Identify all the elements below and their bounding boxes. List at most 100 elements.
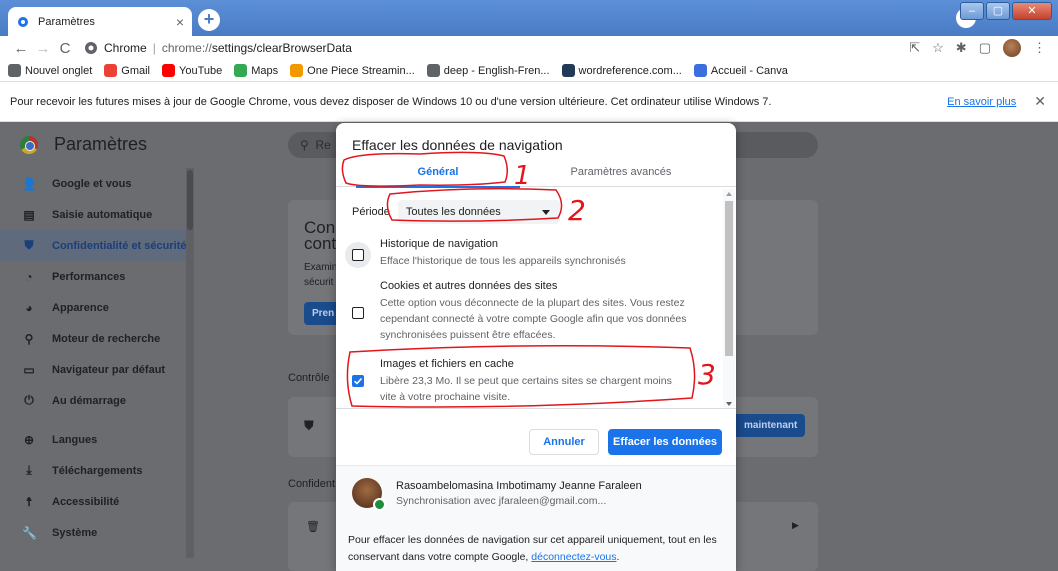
speedometer-icon: ◔ — [25, 269, 33, 284]
back-button[interactable]: ← — [10, 37, 32, 59]
maximize-button[interactable]: ▢ — [986, 2, 1010, 20]
sidebar-item[interactable]: 🔧 Système — [0, 517, 190, 548]
youtube-icon — [162, 64, 176, 77]
tab-title: Paramètres — [38, 15, 95, 28]
sidebar-item[interactable]: 👤 Google et vous — [0, 168, 190, 199]
period-value: Toutes les données — [405, 206, 501, 218]
sidebar-item[interactable]: ⛊ Confidentialité et sécurité — [0, 230, 190, 261]
dialog-scroll-thumb[interactable] — [725, 201, 733, 356]
sidebar-item[interactable]: ⊕ Langues — [0, 424, 190, 455]
sidebar-item[interactable]: ▤ Saisie automatique — [0, 199, 190, 230]
cookies-checkbox[interactable] — [352, 307, 364, 319]
section-confident: Confident — [288, 478, 336, 490]
history-checkbox[interactable] — [352, 249, 364, 261]
period-select[interactable]: Toutes les données — [397, 200, 560, 224]
sidebar-item[interactable]: ⏻ Au démarrage — [0, 385, 190, 416]
clear-data-button[interactable]: Effacer les données — [608, 429, 722, 455]
period-label: Période — [352, 206, 390, 218]
chrome-site-icon — [84, 41, 98, 55]
search-icon: ⚲ — [300, 138, 309, 152]
tab-advanced[interactable]: Paramètres avancés — [536, 157, 706, 187]
learn-more-link[interactable]: En savoir plus — [947, 96, 1016, 108]
dialog-title: Effacer les données de navigation — [352, 137, 563, 153]
check-icon — [353, 377, 363, 385]
tab-general[interactable]: Général — [356, 157, 520, 188]
reload-button[interactable]: C — [54, 37, 76, 59]
bookmark-item[interactable]: One Piece Streamin... — [290, 64, 415, 77]
star-icon[interactable]: ☆ — [932, 40, 944, 56]
maps-icon — [234, 64, 248, 77]
history-option[interactable]: Historique de navigation Efface l'histor… — [345, 238, 690, 269]
globe-icon — [426, 64, 440, 77]
forward-button[interactable]: → — [32, 37, 54, 59]
globe-icon — [8, 64, 21, 77]
address-bar[interactable]: Chrome | chrome://settings/clearBrowserD… — [84, 37, 909, 59]
scroll-down-arrow-icon[interactable] — [726, 402, 732, 406]
cache-text: Images et fichiers en cache Libère 23,3 … — [380, 358, 690, 405]
chrome-logo-icon — [20, 136, 38, 154]
bookmark-item[interactable]: Gmail — [104, 64, 150, 77]
bookmark-item[interactable]: YouTube — [162, 64, 222, 77]
dialog-scrollbar[interactable] — [723, 189, 735, 409]
bookmark-item[interactable]: Nouvel onglet — [8, 64, 92, 77]
check-now-button[interactable]: maintenant — [736, 414, 806, 437]
profile-avatar[interactable] — [1003, 39, 1021, 57]
bookmark-label: Maps — [251, 64, 279, 77]
sidebar-scroll-thumb[interactable] — [187, 170, 193, 230]
chevron-right-icon[interactable]: ▶ — [792, 520, 799, 531]
bookmark-label: Accueil - Canva — [710, 64, 788, 77]
sidebar-item[interactable]: ☨ Accessibilité — [0, 486, 190, 517]
browser-tab-settings[interactable]: Paramètres × — [8, 7, 192, 36]
cache-checkbox[interactable] — [352, 375, 364, 387]
bookmark-item[interactable]: Maps — [234, 64, 278, 77]
gmail-icon — [104, 64, 118, 77]
signout-note-end: . — [616, 551, 620, 563]
cache-title: Images et fichiers en cache — [380, 358, 514, 370]
new-tab-button[interactable]: + — [198, 9, 220, 31]
url-path: settings/clearBrowserData — [211, 41, 352, 55]
gear-icon — [16, 15, 30, 29]
url-scheme: chrome:// — [161, 41, 212, 55]
cancel-button[interactable]: Annuler — [529, 429, 599, 455]
sidebar-item[interactable]: ⚲ Moteur de recherche — [0, 323, 190, 354]
sidebar-item-label: Accessibilité — [52, 495, 120, 508]
close-infobar-icon[interactable]: ✕ — [1034, 93, 1046, 110]
sidebar-item[interactable]: ▭ Navigateur par défaut — [0, 354, 190, 385]
cache-option[interactable]: Images et fichiers en cache Libère 23,3 … — [352, 358, 690, 405]
scroll-up-arrow-icon[interactable] — [726, 192, 732, 196]
close-tab-icon[interactable]: × — [176, 14, 184, 30]
more-menu-icon[interactable]: ⋮ — [1033, 40, 1046, 56]
bookmark-item[interactable]: deep - English-Fren... — [426, 64, 550, 77]
sidebar-item[interactable]: ◕ Apparence — [0, 292, 190, 323]
sidebar-item[interactable]: ⤓ Téléchargements — [0, 455, 190, 486]
bookmark-item[interactable]: Accueil - Canva — [693, 64, 788, 77]
cookies-desc: Cette option vous déconnecte de la plupa… — [380, 297, 687, 341]
extensions-icon[interactable]: ✱ — [956, 40, 967, 56]
shield-icon: ⛊ — [24, 238, 34, 252]
power-icon: ⏻ — [24, 393, 34, 407]
download-icon: ⤓ — [26, 463, 32, 477]
account-sync: Synchronisation avec jfaraleen@gmail.com… — [396, 494, 607, 507]
bookmark-label: Gmail — [121, 64, 151, 77]
period-row: Période Toutes les données — [352, 200, 560, 224]
sync-icon — [373, 498, 386, 511]
settings-sidebar: 👤 Google et vous ▤ Saisie automatique ⛊ Confi… — [0, 168, 190, 571]
dialog-content: Période Toutes les données Historique de… — [336, 188, 736, 408]
side-panel-icon[interactable]: ▢ — [979, 40, 991, 56]
share-icon[interactable]: ⇱ — [909, 40, 920, 56]
history-checkbox-halo — [345, 242, 371, 268]
close-window-button[interactable]: ✕ — [1012, 2, 1052, 20]
sidebar-scrollbar[interactable] — [186, 168, 194, 558]
clear-browsing-data-dialog: Effacer les données de navigation Généra… — [336, 123, 736, 571]
infobar-message: Pour recevoir les futures mises à jour d… — [10, 95, 772, 108]
sidebar-item-label: Saisie automatique — [52, 208, 153, 221]
cookies-option[interactable]: Cookies et autres données des sites Cett… — [352, 280, 690, 343]
wrench-icon: 🔧 — [22, 525, 37, 540]
dialog-tabs: Général Paramètres avancés — [336, 157, 736, 188]
sidebar-item-label: Apparence — [52, 301, 109, 314]
sidebar-item[interactable]: ◔ Performances — [0, 261, 190, 292]
minimize-button[interactable]: – — [960, 2, 984, 20]
bookmark-item[interactable]: wordreference.com... — [561, 64, 682, 77]
signout-link[interactable]: déconnectez-vous — [531, 551, 616, 563]
sidebar-item-label: Google et vous — [52, 177, 132, 190]
